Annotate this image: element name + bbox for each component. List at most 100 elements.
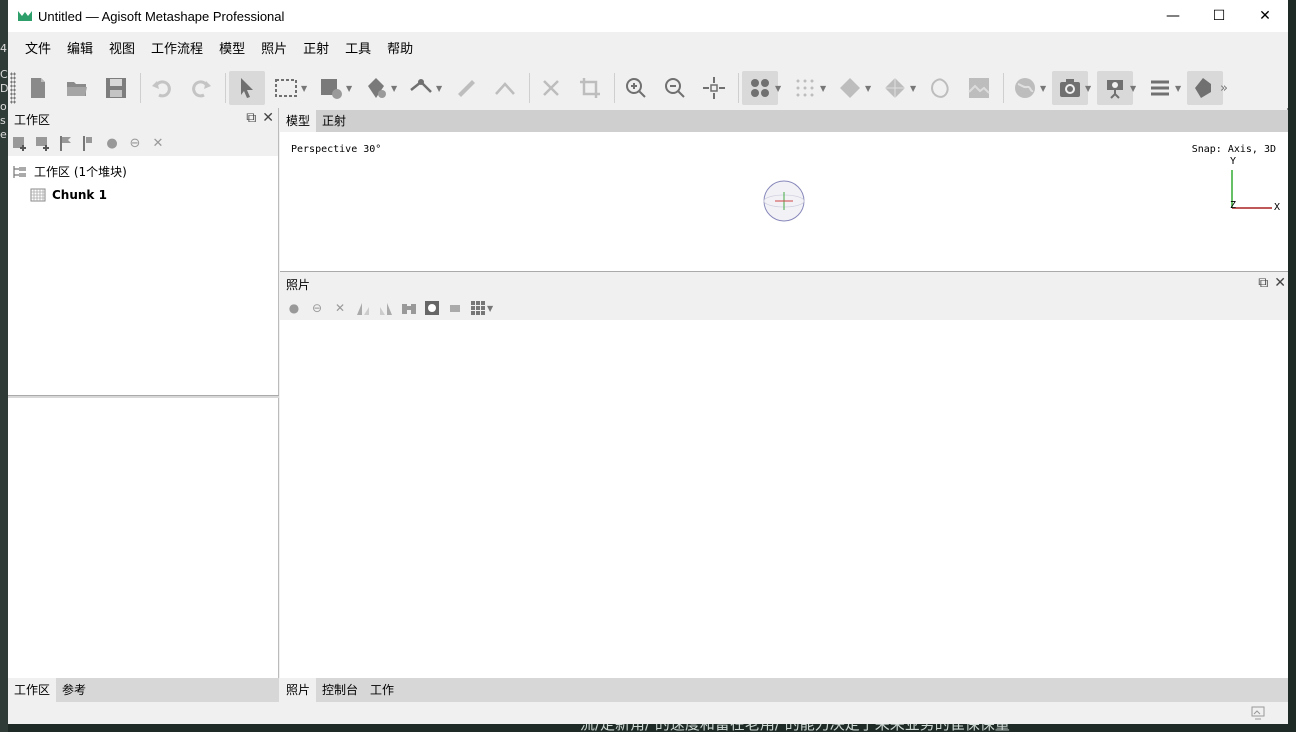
new-document-button[interactable]	[20, 71, 56, 105]
open-button[interactable]	[59, 71, 95, 105]
chevron-down-icon[interactable]: ▼	[1085, 84, 1095, 93]
photos-list-area[interactable]	[280, 320, 1288, 678]
move-region-button[interactable]	[358, 71, 394, 105]
tab-ortho[interactable]: 正射	[316, 110, 352, 132]
dense-cloud-button[interactable]	[787, 71, 823, 105]
title-bar[interactable]: Untitled — Agisoft Metashape Professiona…	[8, 0, 1288, 32]
close-button[interactable]: ✕	[1242, 0, 1288, 32]
show-cameras-button[interactable]	[1052, 71, 1088, 105]
rotate-right-icon[interactable]	[378, 300, 394, 316]
zoom-out-button[interactable]	[657, 71, 693, 105]
disable-icon[interactable]: ⊖	[127, 135, 143, 151]
crop-selection-button[interactable]	[572, 71, 608, 105]
tab-jobs[interactable]: 工作	[364, 678, 400, 702]
point-cloud-icon	[751, 79, 769, 97]
menu-model[interactable]: 模型	[211, 38, 253, 62]
mask-icon[interactable]	[424, 300, 440, 316]
network-status-icon[interactable]	[1250, 705, 1266, 721]
photos-panel: 照片 ⧉ ✕ ● ⊖ ✕ ▼	[280, 272, 1288, 678]
menu-workflow[interactable]: 工作流程	[143, 38, 211, 62]
chevron-down-icon[interactable]: ▼	[865, 84, 875, 93]
menu-file[interactable]: 文件	[17, 38, 59, 62]
left-panel-splitter[interactable]	[8, 395, 279, 398]
tiled-model-button[interactable]	[877, 71, 913, 105]
toolbar-grip[interactable]	[10, 72, 16, 104]
photos-toolbar: ● ⊖ ✕ ▼	[280, 296, 1288, 320]
small-thumbnail-icon[interactable]	[447, 300, 463, 316]
chevron-down-icon[interactable]: ▼	[820, 84, 830, 93]
toolbar-overflow-button[interactable]: »	[1220, 81, 1234, 96]
axis-z-label: Z	[1230, 200, 1237, 211]
chevron-down-icon[interactable]: ▼	[910, 84, 920, 93]
menu-view[interactable]: 视图	[101, 38, 143, 62]
chevron-down-icon[interactable]: ▼	[775, 84, 785, 93]
remove-icon[interactable]: ✕	[150, 135, 166, 151]
rotate-left-icon[interactable]	[355, 300, 371, 316]
chevron-down-icon[interactable]: ▼	[1130, 84, 1140, 93]
binoculars-icon[interactable]	[401, 300, 417, 316]
maximize-button[interactable]: ☐	[1196, 0, 1242, 32]
tab-console[interactable]: 控制台	[316, 678, 364, 702]
menu-ortho[interactable]: 正射	[295, 38, 337, 62]
orthomosaic-icon	[968, 78, 990, 98]
model-shaded-button[interactable]	[832, 71, 868, 105]
panel-close-button[interactable]: ✕	[262, 110, 274, 126]
snap-label: Snap: Axis, 3D	[1191, 144, 1276, 155]
chevron-down-icon[interactable]: ▼	[436, 84, 446, 93]
desktop-text: e	[0, 128, 7, 141]
globe-button[interactable]	[1007, 71, 1043, 105]
toolbar-separator	[225, 73, 226, 103]
chevron-down-icon[interactable]: ▼	[301, 84, 311, 93]
add-photos-icon[interactable]	[35, 135, 51, 151]
chevron-down-icon[interactable]: ▼	[1175, 84, 1185, 93]
rectangle-selection-button[interactable]	[268, 71, 304, 105]
panel-restore-button[interactable]: ⧉	[1258, 275, 1268, 291]
tab-workspace[interactable]: 工作区	[8, 678, 57, 702]
orthomosaic-button[interactable]	[961, 71, 997, 105]
shapes-button[interactable]	[1187, 71, 1223, 105]
disable-icon[interactable]: ⊖	[309, 300, 325, 316]
navigation-button[interactable]	[229, 71, 265, 105]
point-cloud-button[interactable]	[742, 71, 778, 105]
panel-close-button[interactable]: ✕	[1274, 275, 1286, 291]
tab-reference[interactable]: 参考	[56, 678, 92, 702]
save-button[interactable]	[98, 71, 134, 105]
move-object-icon	[321, 79, 342, 99]
delete-selection-button[interactable]	[533, 71, 569, 105]
redo-button[interactable]	[183, 71, 219, 105]
ruler-button[interactable]	[448, 71, 484, 105]
reset-view-button[interactable]	[696, 71, 732, 105]
toolbar-separator	[1003, 73, 1004, 103]
menu-tools[interactable]: 工具	[337, 38, 379, 62]
menu-edit[interactable]: 编辑	[59, 38, 101, 62]
layers-button[interactable]	[1142, 71, 1178, 105]
add-shape-icon[interactable]	[81, 135, 97, 151]
menu-photos[interactable]: 照片	[253, 38, 295, 62]
dem-button[interactable]	[922, 71, 958, 105]
tree-root-item[interactable]: 工作区 (1个堆块)	[8, 160, 278, 183]
draw-point-button[interactable]	[403, 71, 439, 105]
chevron-down-icon[interactable]: ▼	[1040, 84, 1050, 93]
tab-model[interactable]: 模型	[280, 110, 317, 132]
undo-button[interactable]	[144, 71, 180, 105]
zoom-in-button[interactable]	[618, 71, 654, 105]
cursor-arrow-icon	[241, 78, 253, 98]
add-chunk-icon[interactable]	[12, 135, 28, 151]
enable-icon[interactable]: ●	[104, 135, 120, 151]
grid-view-icon[interactable]	[470, 300, 486, 316]
menu-help[interactable]: 帮助	[379, 38, 421, 62]
panel-restore-button[interactable]: ⧉	[246, 110, 256, 126]
add-marker-icon[interactable]	[58, 135, 74, 151]
shape-button[interactable]	[487, 71, 523, 105]
video-camera-button[interactable]	[1097, 71, 1133, 105]
chevron-down-icon[interactable]: ▼	[487, 304, 497, 313]
chevron-down-icon[interactable]: ▼	[346, 84, 356, 93]
enable-icon[interactable]: ●	[286, 300, 302, 316]
3d-viewport[interactable]: Perspective 30° Snap: Axis, 3D Y X Z	[280, 132, 1288, 272]
chevron-down-icon[interactable]: ▼	[391, 84, 401, 93]
move-object-button[interactable]	[313, 71, 349, 105]
minimize-button[interactable]: —	[1150, 0, 1196, 32]
tab-photos[interactable]: 照片	[280, 678, 317, 702]
tree-chunk-item[interactable]: Chunk 1	[8, 183, 278, 206]
remove-icon[interactable]: ✕	[332, 300, 348, 316]
